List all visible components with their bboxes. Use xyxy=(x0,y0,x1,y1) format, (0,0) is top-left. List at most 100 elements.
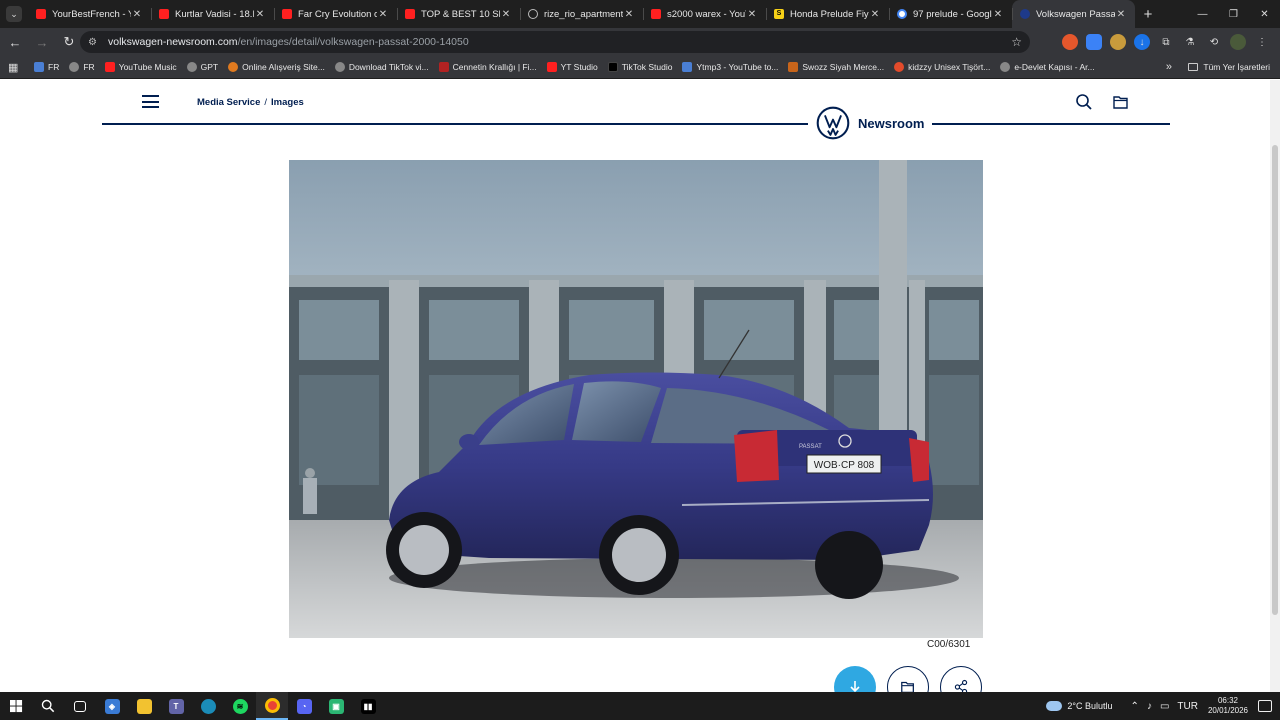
download-extension-icon[interactable]: ↓ xyxy=(1134,34,1150,50)
tab-close-icon[interactable]: ✕ xyxy=(131,9,143,20)
extension-icons: ↓ ⧉ ⚗ ⟲ ⋮ xyxy=(1062,34,1270,50)
chrome-icon[interactable] xyxy=(256,692,288,720)
bookmark-item[interactable]: FR xyxy=(69,62,95,72)
reload-button[interactable]: ↻ xyxy=(57,30,81,54)
address-bar[interactable]: ⚙ volkswagen-newsroom.com/en/images/deta… xyxy=(80,31,1030,53)
bookmarks-bar: ▦ FR FR YouTube Music GPT Online Alışveriş S… xyxy=(0,56,1280,79)
taskbar-app-icon-1[interactable]: ◈ xyxy=(96,692,128,720)
all-bookmarks-folder[interactable]: Tüm Yer İşaretleri xyxy=(1188,62,1270,72)
share-button[interactable] xyxy=(940,666,982,692)
tab-close-icon[interactable]: ✕ xyxy=(992,9,1004,20)
bookmark-item[interactable]: GPT xyxy=(186,62,218,72)
browser-toolbar: ← → ↻ ⚙ volkswagen-newsroom.com/en/image… xyxy=(0,28,1280,56)
bookmark-item[interactable]: YouTube Music xyxy=(104,62,177,72)
tray-overflow-chevron-icon[interactable]: ⌃ xyxy=(1131,701,1139,712)
page-scrollbar[interactable] xyxy=(1270,80,1280,692)
tab-close-icon[interactable]: ✕ xyxy=(623,9,635,20)
menu-hamburger-icon[interactable] xyxy=(142,95,159,108)
browser-tab[interactable]: Volkswagen Passat (2✕ xyxy=(1012,0,1135,28)
search-icon[interactable] xyxy=(1075,93,1093,111)
network-icon[interactable]: ▭ xyxy=(1160,701,1169,712)
bookmark-item[interactable]: e-Devlet Kapısı - Ar... xyxy=(1000,62,1095,72)
logo-text: Newsroom xyxy=(858,115,925,131)
weather-widget[interactable]: 2°C Bulutlu xyxy=(1046,701,1113,711)
notifications-icon[interactable] xyxy=(1258,700,1272,712)
bookmark-item[interactable]: Cennetin Krallığı | Fi... xyxy=(438,62,537,72)
windows-start-icon[interactable] xyxy=(0,692,32,720)
bookmark-item[interactable]: Online Alışveriş Site... xyxy=(228,62,325,72)
tab-close-icon[interactable]: ✕ xyxy=(500,9,512,20)
bookmark-item[interactable]: Swozz Siyah Merce... xyxy=(788,62,884,72)
passat-photo[interactable]: WOB·CP 808 PASSAT xyxy=(289,160,983,638)
bookmark-label: e-Devlet Kapısı - Ar... xyxy=(1014,62,1095,72)
translate-icon[interactable]: ⚗ xyxy=(1182,34,1198,50)
teams-icon[interactable]: T xyxy=(160,692,192,720)
taskbar-app-icon-green[interactable]: ▣ xyxy=(320,692,352,720)
extensions-puzzle-icon[interactable]: ⧉ xyxy=(1158,34,1174,50)
bookmark-favicon-icon xyxy=(334,62,345,72)
clock-time: 06:32 xyxy=(1217,696,1238,705)
tab-close-icon[interactable]: ✕ xyxy=(377,9,389,20)
car-photo-illustration: WOB·CP 808 PASSAT xyxy=(289,160,983,638)
forward-button[interactable]: → xyxy=(30,30,54,54)
edge-icon[interactable] xyxy=(192,692,224,720)
folder-icon xyxy=(1188,63,1199,71)
task-view-icon[interactable] xyxy=(64,692,96,720)
browser-menu-icon[interactable]: ⋮ xyxy=(1254,34,1270,50)
spotify-icon[interactable]: ≋ xyxy=(224,692,256,720)
tab-close-icon[interactable]: ✕ xyxy=(869,9,881,20)
download-button[interactable] xyxy=(834,666,876,692)
youtube-icon xyxy=(651,9,661,19)
site-info-icon[interactable]: ⚙ xyxy=(88,37,104,48)
lightbox-folder-icon[interactable] xyxy=(1112,93,1130,111)
tab-close-icon[interactable]: ✕ xyxy=(746,9,758,20)
extension-icon-3[interactable] xyxy=(1110,34,1126,50)
tab-close-icon[interactable]: ✕ xyxy=(1115,9,1127,20)
taskbar-search-icon[interactable] xyxy=(32,692,64,720)
language-indicator[interactable]: TUR xyxy=(1177,701,1198,712)
volume-icon[interactable]: ♪ xyxy=(1147,701,1152,712)
clock[interactable]: 06:32 20/01/2026 xyxy=(1208,696,1248,716)
browser-tab[interactable]: YourBestFrench - You✕ xyxy=(28,0,151,28)
bookmark-item[interactable]: kidzzy Unisex Tişört... xyxy=(894,62,990,72)
bookmark-item[interactable]: FR xyxy=(34,62,59,72)
scrollbar-thumb[interactable] xyxy=(1272,145,1278,615)
new-tab-button[interactable]: + xyxy=(1135,6,1161,23)
browser-tab[interactable]: rize_rio_apartment ✕ xyxy=(520,0,643,28)
tab-search-icon[interactable]: ⌄ xyxy=(6,6,22,22)
browser-tab[interactable]: Far Cry Evolution of S✕ xyxy=(274,0,397,28)
discord-icon[interactable]: ◔ xyxy=(288,692,320,720)
breadcrumb-media-service[interactable]: Media Service xyxy=(197,97,260,108)
bookmark-star-icon[interactable]: ☆ xyxy=(1011,35,1022,49)
restore-icon[interactable]: ❐ xyxy=(1218,0,1249,28)
extension-icon-1[interactable] xyxy=(1062,34,1078,50)
extension-icon-2[interactable] xyxy=(1086,34,1102,50)
bookmark-item[interactable]: Ytmp3 - YouTube to... xyxy=(682,62,778,72)
browser-tab[interactable]: 97 prelude - Google'd✕ xyxy=(889,0,1012,28)
bookmark-item[interactable]: Download TikTok vi... xyxy=(334,62,429,72)
newsroom-logo[interactable]: Newsroom xyxy=(808,106,933,140)
profile-avatar[interactable] xyxy=(1230,34,1246,50)
browser-tab[interactable]: Kurtlar Vadisi - 18.Böl✕ xyxy=(151,0,274,28)
breadcrumb-images[interactable]: Images xyxy=(271,97,304,108)
bookmark-item[interactable]: YT Studio xyxy=(546,62,598,72)
minimize-icon[interactable]: — xyxy=(1187,0,1218,28)
apps-grid-icon[interactable]: ▦ xyxy=(8,61,24,74)
bookmark-item[interactable]: TikTok Studio xyxy=(607,62,672,72)
clock-date: 20/01/2026 xyxy=(1207,706,1248,715)
audio-app-icon[interactable]: ▮▮ xyxy=(352,692,384,720)
download-arrow-icon xyxy=(850,681,860,692)
tab-close-icon[interactable]: ✕ xyxy=(254,9,266,20)
share-icon xyxy=(954,679,968,692)
file-explorer-icon[interactable] xyxy=(128,692,160,720)
history-icon[interactable]: ⟲ xyxy=(1206,34,1222,50)
more-bookmarks-icon[interactable]: » xyxy=(1166,61,1172,73)
browser-tab[interactable]: TOP & BEST 10 Show✕ xyxy=(397,0,520,28)
url-path: /en/images/detail/volkswagen-passat-2000… xyxy=(237,36,469,48)
browser-tab[interactable]: s2000 warex - YouTub✕ xyxy=(643,0,766,28)
add-to-lightbox-button[interactable] xyxy=(887,666,929,692)
bookmark-favicon-icon xyxy=(607,62,618,72)
browser-tab[interactable]: S Honda Prelude Fiyatı✕ xyxy=(766,0,889,28)
close-window-icon[interactable]: ✕ xyxy=(1249,0,1280,28)
back-button[interactable]: ← xyxy=(3,30,27,54)
